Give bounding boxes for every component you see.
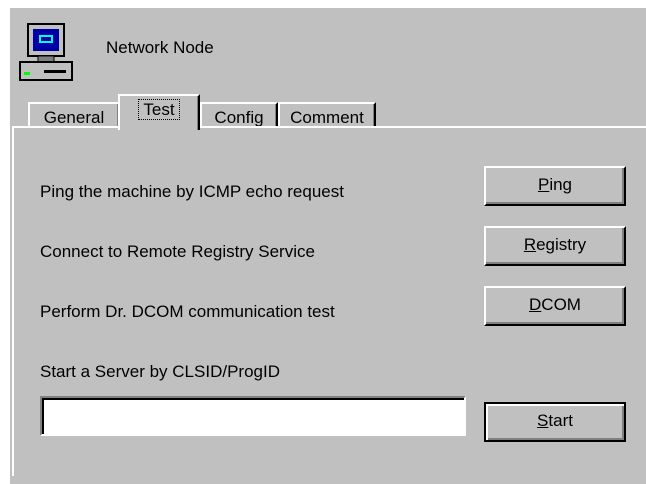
registry-button[interactable]: Registry [484, 226, 626, 266]
ping-button-rest: ing [549, 175, 573, 194]
start-mnemonic: S [537, 411, 549, 430]
dcom-button[interactable]: DCOM [484, 286, 626, 326]
tab-test-label: Test [138, 99, 180, 120]
clsid-progid-input[interactable] [40, 396, 466, 436]
node-title: Network Node [106, 38, 214, 57]
registry-mnemonic: R [523, 235, 537, 254]
tab-general-label: General [43, 108, 105, 127]
computer-icon [18, 22, 76, 84]
registry-button-rest: egistry [536, 235, 587, 254]
tab-config-label: Config [214, 108, 264, 127]
ping-mnemonic: P [537, 175, 550, 194]
start-button[interactable]: Start [484, 402, 626, 442]
dcom-button-rest: COM [541, 295, 581, 314]
dcom-description: Perform Dr. DCOM communication test [40, 302, 335, 321]
tab-test[interactable]: Test [118, 94, 200, 130]
ping-button[interactable]: Ping [484, 166, 626, 206]
dcom-mnemonic: D [529, 295, 542, 314]
tab-comment-label: Comment [290, 108, 364, 127]
server-description: Start a Server by CLSID/ProgID [40, 362, 280, 381]
ping-description: Ping the machine by ICMP echo request [40, 182, 344, 201]
registry-description: Connect to Remote Registry Service [40, 242, 315, 261]
start-button-rest: tart [548, 411, 573, 430]
